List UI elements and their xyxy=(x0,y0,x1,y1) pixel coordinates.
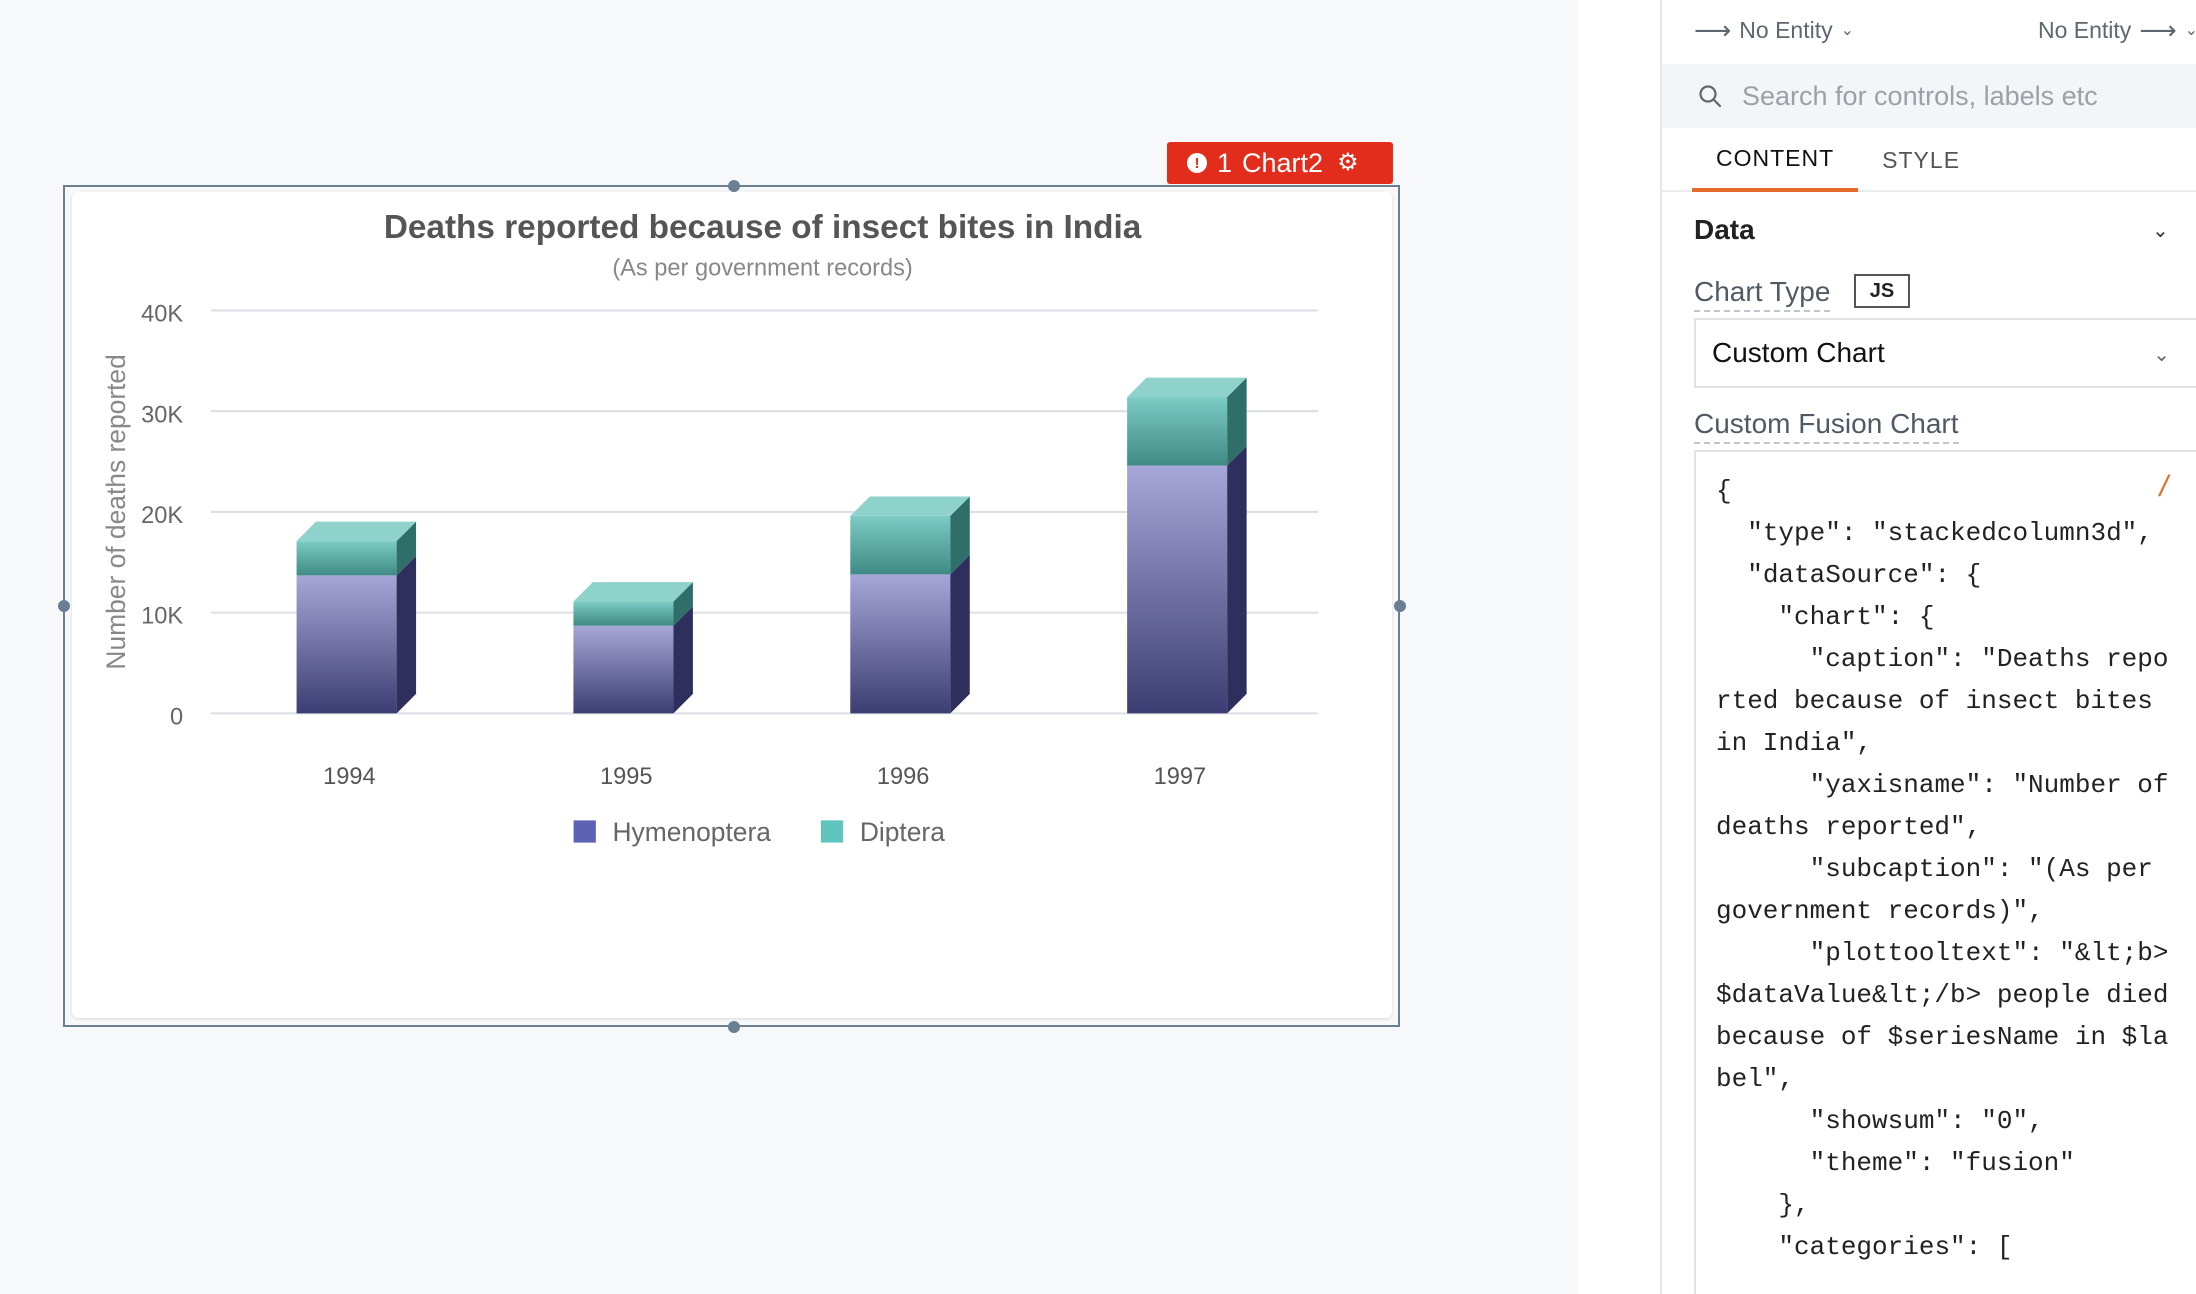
gear-icon[interactable]: ⚙ xyxy=(1337,151,1359,175)
resize-handle-left[interactable] xyxy=(58,600,70,612)
y-tick-label: 40K xyxy=(141,302,183,328)
chart-type-label: Chart Type xyxy=(1694,276,1831,312)
chart-title: Deaths reported because of insect bites … xyxy=(384,209,1142,246)
bar-side-hymenoptera xyxy=(1227,446,1247,714)
widget-name-badge[interactable]: ! 1 Chart2 ⚙ xyxy=(1167,142,1393,184)
legend-label-hymenoptera: Hymenoptera xyxy=(613,817,772,847)
custom-fusion-chart-label: Custom Fusion Chart xyxy=(1694,408,1959,444)
y-tick-label: 10K xyxy=(141,604,183,630)
search-input[interactable]: Search for controls, labels etc xyxy=(1742,81,2098,112)
bar-diptera xyxy=(1127,397,1228,466)
tab-style[interactable]: STYLE xyxy=(1858,128,1984,192)
editor-canvas[interactable]: ! 1 Chart2 ⚙ Deaths reported because of … xyxy=(0,0,1578,1294)
legend-swatch-diptera xyxy=(820,820,844,843)
property-pane: ⟶ No Entity ⌄ No Entity ⟶ ⌄ Search for c… xyxy=(1660,0,2196,1294)
chart-widget[interactable]: Deaths reported because of insect bites … xyxy=(72,192,1392,1018)
chart: Deaths reported because of insect bites … xyxy=(101,209,1319,847)
bar-hymenoptera xyxy=(850,574,951,714)
chevron-down-icon: ⌄ xyxy=(2153,344,2170,366)
bar-hymenoptera xyxy=(1127,465,1228,714)
code-editor[interactable]: { "type": "stackedcolumn3d", "dataSource… xyxy=(1694,450,2196,1294)
chevron-down-icon: ⌄ xyxy=(2184,22,2196,39)
entity-bar: ⟶ No Entity ⌄ No Entity ⟶ ⌄ xyxy=(1662,0,2196,60)
legend-swatch-hymenoptera xyxy=(573,820,596,843)
x-tick-label: 1995 xyxy=(600,764,653,790)
error-count: 1 xyxy=(1217,147,1233,178)
x-tick-label: 1994 xyxy=(323,764,376,790)
bar-diptera xyxy=(850,515,951,575)
legend-label-diptera: Diptera xyxy=(860,817,945,847)
binding-slash-icon[interactable]: / xyxy=(2160,470,2168,504)
bar-top xyxy=(850,496,970,516)
chevron-down-icon[interactable]: ⌄ xyxy=(2152,218,2169,243)
arrow-right-icon: ⟶ xyxy=(2139,14,2177,45)
code-text[interactable]: { "type": "stackedcolumn3d", "dataSource… xyxy=(1716,470,2176,1268)
entity-selector-left[interactable]: ⟶ No Entity ⌄ xyxy=(1694,15,1854,46)
chart-type-select[interactable]: Custom Chart ⌄ xyxy=(1694,318,2196,388)
chevron-down-icon: ⌄ xyxy=(1840,22,1855,39)
x-tick-label: 1997 xyxy=(1154,764,1207,790)
js-toggle-button[interactable]: JS xyxy=(1854,274,1910,308)
entity-right-label: No Entity xyxy=(2037,16,2132,43)
search-icon xyxy=(1699,85,1722,108)
bar-top xyxy=(573,582,693,602)
error-icon: ! xyxy=(1187,153,1207,173)
y-tick-label: 0 xyxy=(170,704,183,730)
tab-content[interactable]: CONTENT xyxy=(1692,128,1859,192)
arrow-right-icon: ⟶ xyxy=(1694,14,1732,45)
entity-selector-right[interactable]: No Entity ⟶ ⌄ xyxy=(2038,15,2196,46)
y-axis-label: Number of deaths reported xyxy=(101,354,131,669)
resize-handle-bottom[interactable] xyxy=(728,1021,740,1033)
bar-top xyxy=(296,521,417,542)
x-tick-label: 1996 xyxy=(877,764,930,790)
y-tick-label: 20K xyxy=(141,503,183,529)
panel-tabs: CONTENT STYLE xyxy=(1662,128,2196,192)
bar-side-hymenoptera xyxy=(396,555,417,714)
entity-left-label: No Entity xyxy=(1739,16,1833,43)
bar-top xyxy=(1127,377,1247,398)
chart-type-value: Custom Chart xyxy=(1712,337,1885,368)
resize-handle-top[interactable] xyxy=(728,180,740,192)
y-tick-label: 30K xyxy=(141,402,183,428)
chart-subtitle: (As per government records) xyxy=(612,256,912,282)
search-field[interactable]: Search for controls, labels etc xyxy=(1662,64,2196,128)
bar-side-hymenoptera xyxy=(950,554,970,714)
bar-diptera xyxy=(573,601,674,626)
bar-hymenoptera xyxy=(296,575,397,714)
bar-diptera xyxy=(296,541,397,576)
section-title-data[interactable]: Data xyxy=(1694,214,1755,246)
bar-hymenoptera xyxy=(573,625,674,714)
resize-handle-right[interactable] xyxy=(1394,600,1406,612)
widget-name: Chart2 xyxy=(1242,147,1324,178)
